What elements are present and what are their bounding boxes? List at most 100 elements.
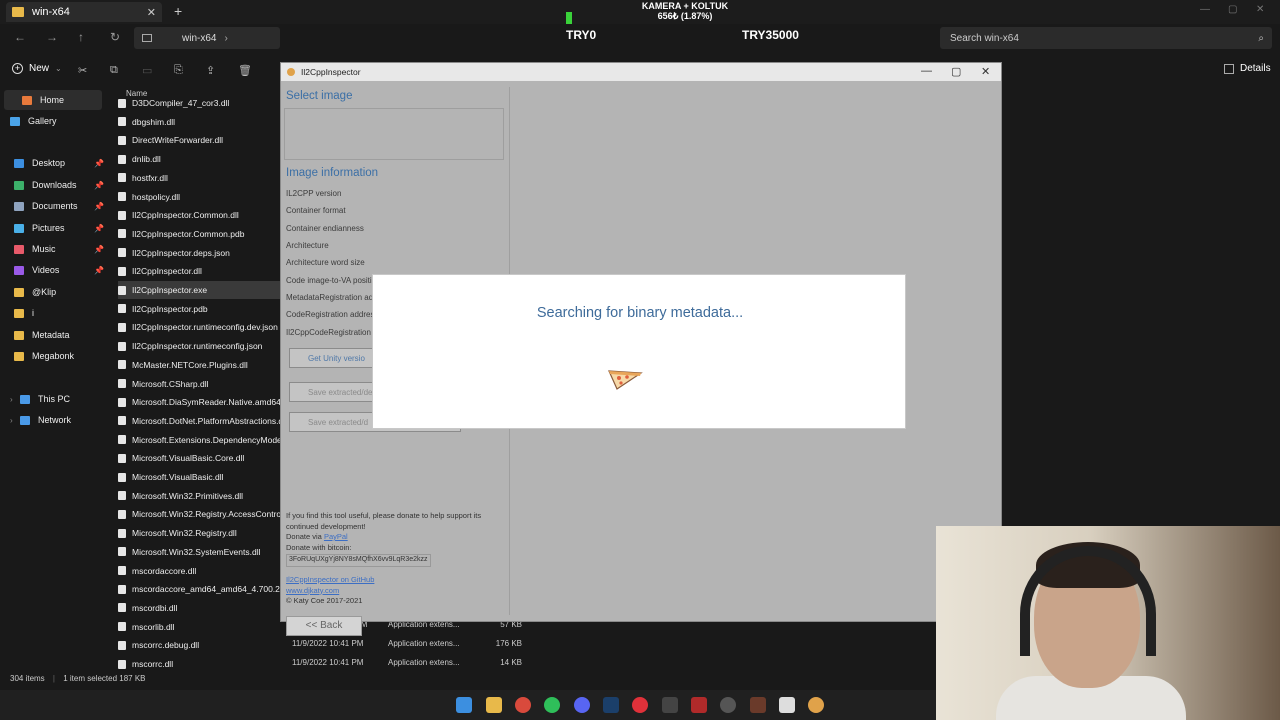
file-list-item[interactable]: Il2CppInspector.Common.dll: [118, 206, 284, 224]
paste-icon[interactable]: ▭: [142, 64, 152, 77]
close-icon[interactable]: ✕: [981, 65, 990, 78]
chevron-right-icon[interactable]: ›: [10, 395, 13, 404]
app-icon[interactable]: [750, 697, 766, 713]
paypal-link[interactable]: PayPal: [324, 532, 348, 541]
details-button[interactable]: Details: [1224, 63, 1271, 74]
file-list-item[interactable]: Microsoft.Win32.Registry.AccessControl.d…: [118, 505, 284, 523]
close-icon[interactable]: ✕: [1256, 4, 1264, 15]
sidebar-item-pictures[interactable]: Pictures 📌: [14, 223, 104, 233]
file-list-item[interactable]: Microsoft.CSharp.dll: [118, 375, 284, 393]
back-button[interactable]: << Back: [286, 616, 362, 636]
window-title-bar[interactable]: Il2CppInspector: [281, 63, 1001, 81]
file-list-item[interactable]: Il2CppInspector.dll: [118, 262, 284, 280]
file-list-item[interactable]: dnlib.dll: [118, 150, 284, 168]
chevron-right-icon[interactable]: ›: [224, 33, 227, 44]
table-row[interactable]: 11/9/2022 10:41 PM Application extens...…: [292, 658, 522, 672]
file-list-item[interactable]: Il2CppInspector.deps.json: [118, 244, 284, 262]
app-icon[interactable]: [691, 697, 707, 713]
sidebar-item-megabonk[interactable]: Megabonk: [14, 351, 104, 361]
sidebar-item-desktop[interactable]: Desktop 📌: [14, 158, 104, 168]
file-list-item[interactable]: mscorrc.debug.dll: [118, 636, 284, 654]
chevron-right-icon[interactable]: ›: [10, 416, 13, 425]
copy-icon[interactable]: ⧉: [110, 64, 118, 77]
file-list-item[interactable]: Il2CppInspector.runtimeconfig.json: [118, 337, 284, 355]
file-list-item[interactable]: Microsoft.VisualBasic.Core.dll: [118, 449, 284, 467]
sidebar-item-network[interactable]: › Network: [10, 415, 104, 425]
share-icon[interactable]: ⇪: [206, 64, 215, 77]
window-title: Il2CppInspector: [301, 67, 361, 77]
minimize-icon[interactable]: —: [921, 65, 932, 77]
sidebar-item-downloads[interactable]: Downloads 📌: [14, 180, 104, 190]
sidebar-item-documents[interactable]: Documents 📌: [14, 201, 104, 211]
pin-icon: 📌: [94, 201, 104, 211]
back-arrow-icon[interactable]: ←: [14, 30, 26, 44]
up-arrow-icon[interactable]: ↑: [78, 30, 84, 44]
sidebar-item-home[interactable]: Home: [4, 90, 102, 110]
row-size: 14 KB: [500, 658, 522, 667]
sidebar-item-metadata[interactable]: Metadata: [14, 330, 104, 340]
sidebar-item-klip[interactable]: @Klip: [14, 287, 104, 297]
app-icon[interactable]: [720, 697, 736, 713]
delete-icon[interactable]: 🗑: [238, 64, 252, 77]
forward-arrow-icon[interactable]: →: [46, 30, 58, 44]
file-list-item[interactable]: hostpolicy.dll: [118, 188, 284, 206]
steam-icon[interactable]: [603, 697, 619, 713]
address-bar[interactable]: win-x64 ›: [134, 27, 280, 49]
explorer-tab[interactable]: win-x64 ✕: [6, 2, 162, 22]
file-list-item[interactable]: Microsoft.DiaSymReader.Native.amd64.dll: [118, 393, 284, 411]
file-list-item[interactable]: Il2CppInspector.Common.pdb: [118, 225, 284, 243]
file-list-item[interactable]: Il2CppInspector.pdb: [118, 300, 284, 318]
file-list-item[interactable]: Microsoft.VisualBasic.dll: [118, 468, 284, 486]
sidebar-item-label: Network: [38, 415, 72, 425]
refresh-icon[interactable]: ↻: [110, 30, 120, 44]
file-list-item[interactable]: McMaster.NETCore.Plugins.dll: [118, 356, 284, 374]
table-row[interactable]: 11/9/2022 10:41 PM Application extens...…: [292, 639, 522, 653]
file-list-item[interactable]: dbgshim.dll: [118, 113, 284, 131]
file-list-item[interactable]: Il2CppInspector.exe: [118, 281, 284, 299]
sidebar-item-gallery[interactable]: Gallery: [10, 116, 104, 126]
minimize-icon[interactable]: —: [1200, 4, 1210, 15]
file-list-item[interactable]: mscordbi.dll: [118, 599, 284, 617]
sidebar-item-music[interactable]: Music 📌: [14, 244, 104, 254]
file-icon: [118, 435, 126, 445]
file-list-item[interactable]: Microsoft.Extensions.DependencyModel.dll: [118, 431, 284, 449]
file-list-item[interactable]: Microsoft.Win32.Registry.dll: [118, 524, 284, 542]
maximize-icon[interactable]: ▢: [951, 65, 961, 78]
file-list-item[interactable]: mscorlib.dll: [118, 618, 284, 636]
il2cppinspector-taskbar-icon[interactable]: [808, 697, 824, 713]
file-list-item[interactable]: DirectWriteForwarder.dll: [118, 131, 284, 149]
7zip-icon[interactable]: [779, 697, 795, 713]
rename-icon[interactable]: ⎘: [174, 64, 183, 77]
sidebar-item-i[interactable]: i: [14, 308, 104, 318]
sidebar-item-videos[interactable]: Videos 📌: [14, 265, 104, 275]
chrome-icon[interactable]: [515, 697, 531, 713]
start-icon[interactable]: [456, 697, 472, 713]
search-input[interactable]: Search win-x64 ⌕: [940, 27, 1272, 49]
file-list-item[interactable]: hostfxr.dll: [118, 169, 284, 187]
sidebar-item-this-pc[interactable]: › This PC: [10, 394, 104, 404]
file-list-item[interactable]: Il2CppInspector.runtimeconfig.dev.json: [118, 318, 284, 336]
cut-icon[interactable]: ✂: [78, 64, 87, 77]
bitcoin-address-field[interactable]: 3FoRUqUXgYj8NY8sMQfhX6vv9LqR3e2kzz: [286, 554, 431, 567]
app-icon[interactable]: [632, 697, 648, 713]
pin-icon: 📌: [94, 223, 104, 233]
app-icon[interactable]: [662, 697, 678, 713]
file-list-item[interactable]: Microsoft.Win32.SystemEvents.dll: [118, 543, 284, 561]
website-link[interactable]: www.djkaty.com: [286, 586, 374, 597]
github-link[interactable]: Il2CppInspector on GitHub: [286, 575, 374, 586]
file-list-item[interactable]: D3DCompiler_47_cor3.dll: [118, 94, 284, 112]
new-tab-icon[interactable]: +: [174, 3, 182, 19]
new-button[interactable]: + New ⌄: [12, 63, 62, 74]
spotify-icon[interactable]: [544, 697, 560, 713]
discord-icon[interactable]: [574, 697, 590, 713]
sidebar-item-label: Home: [40, 95, 65, 105]
image-drop-zone[interactable]: [284, 108, 504, 160]
file-list-item[interactable]: mscorrc.dll: [118, 655, 284, 673]
file-list-item[interactable]: Microsoft.Win32.Primitives.dll: [118, 487, 284, 505]
maximize-icon[interactable]: ▢: [1228, 4, 1237, 15]
file-list-item[interactable]: mscordaccore.dll: [118, 562, 284, 580]
file-list-item[interactable]: mscordaccore_amd64_amd64_4.700.22.5: [118, 580, 284, 598]
close-tab-icon[interactable]: ✕: [147, 6, 156, 19]
file-explorer-icon[interactable]: [486, 697, 502, 713]
file-list-item[interactable]: Microsoft.DotNet.PlatformAbstractions.dl…: [118, 412, 284, 430]
